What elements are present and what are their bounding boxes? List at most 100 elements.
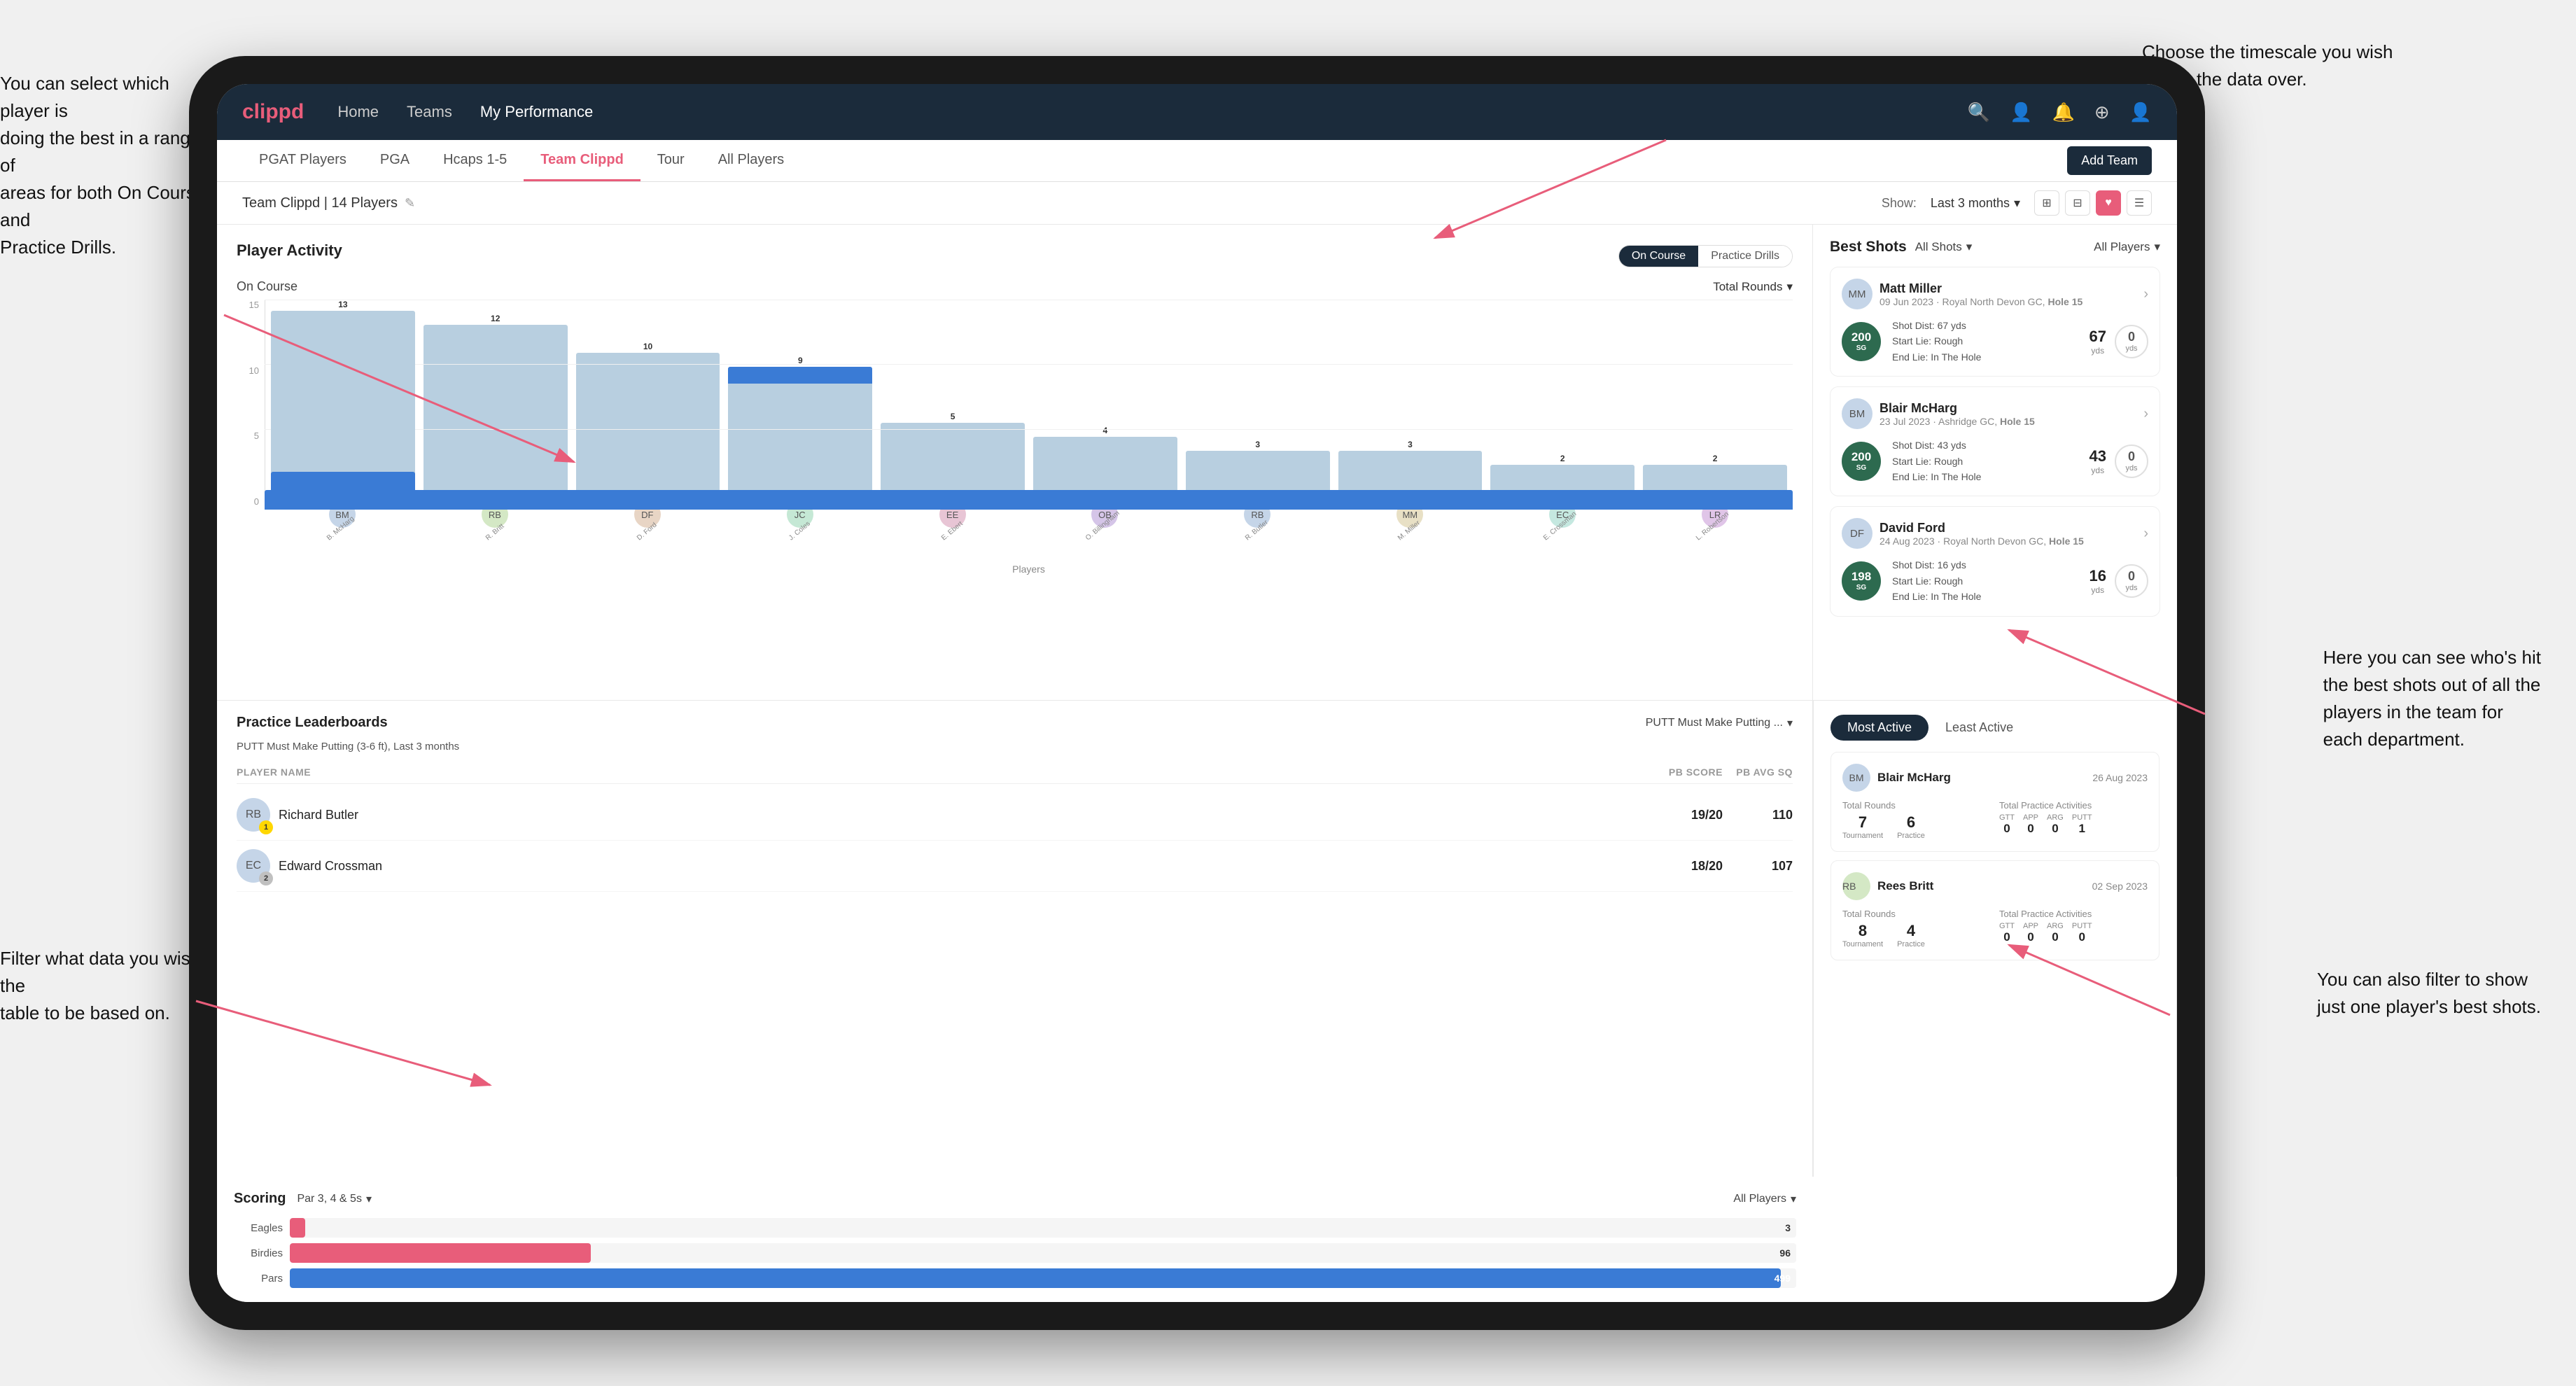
scoring-header: Scoring Par 3, 4 & 5s ▾ All Players ▾ bbox=[234, 1191, 1796, 1207]
view-heart-button[interactable]: ♥ bbox=[2096, 190, 2121, 216]
sub-nav-hcaps[interactable]: Hcaps 1-5 bbox=[426, 140, 524, 181]
shot-2-location: 23 Jul 2023 · Ashridge GC, Hole 15 bbox=[1879, 416, 2035, 427]
nav-link-home[interactable]: Home bbox=[337, 103, 379, 121]
nav-link-myperformance[interactable]: My Performance bbox=[480, 103, 593, 121]
practice-player-2-info: EC 2 Edward Crossman bbox=[237, 849, 1653, 883]
scoring-pars-value: 499 bbox=[1774, 1273, 1791, 1284]
scoring-player-filter[interactable]: All Players ▾ bbox=[1733, 1192, 1796, 1206]
all-shots-filter[interactable]: All Shots ▾ bbox=[1915, 240, 1973, 254]
toggle-practice-drills[interactable]: Practice Drills bbox=[1698, 246, 1792, 267]
tab-least-active[interactable]: Least Active bbox=[1928, 715, 2030, 741]
shot-1-stat-1: 67 yds bbox=[2090, 328, 2106, 356]
activity-header: Player Activity On Course Practice Drill… bbox=[237, 241, 1793, 271]
sub-nav-pgat[interactable]: PGAT Players bbox=[242, 140, 363, 181]
shot-1-chevron[interactable]: › bbox=[2143, 286, 2148, 302]
nav-logo: clippd bbox=[242, 100, 304, 124]
x-axis-title: Players bbox=[265, 564, 1793, 575]
activity-2-practice: Total Practice Activities GTT 0 APP 0 bbox=[1999, 909, 2148, 948]
sub-nav-tour[interactable]: Tour bbox=[640, 140, 701, 181]
activity-player-1-stats: Total Rounds 7 Tournament 6 Practice bbox=[1842, 800, 2148, 840]
scoring-pars-label: Pars bbox=[234, 1273, 283, 1284]
scoring-eagles-value: 3 bbox=[1785, 1222, 1791, 1233]
y-label-0: 0 bbox=[254, 496, 259, 507]
scoring-title: Scoring bbox=[234, 1191, 286, 1207]
on-course-label: On Course bbox=[237, 279, 298, 294]
bar-group-7: 3 bbox=[1186, 440, 1330, 493]
scoring-birdies-bar-container: 96 bbox=[290, 1243, 1796, 1263]
activity-player-2-name: Rees Britt bbox=[1877, 879, 1933, 893]
view-list-button[interactable]: ☰ bbox=[2127, 190, 2152, 216]
shot-1-avatar: MM bbox=[1842, 279, 1872, 309]
total-rounds-select[interactable]: Total Rounds ▾ bbox=[1713, 280, 1793, 294]
shot-card-3[interactable]: DF David Ford 24 Aug 2023 · Royal North … bbox=[1830, 506, 2160, 616]
show-select[interactable]: Last 3 months ▾ bbox=[1931, 196, 2020, 211]
add-team-button[interactable]: Add Team bbox=[2067, 146, 2152, 175]
shot-2-avatar: BM bbox=[1842, 398, 1872, 429]
col-pb-avg: PB AVG SQ bbox=[1723, 766, 1793, 778]
view-grid2-button[interactable]: ⊞ bbox=[2034, 190, 2059, 216]
practice-filter[interactable]: PUTT Must Make Putting ... ▾ bbox=[1646, 716, 1793, 730]
show-label: Show: bbox=[1882, 196, 1917, 211]
annotation-best-shots: Here you can see who's hitthe best shots… bbox=[2323, 644, 2541, 753]
best-shots-panel: Best Shots All Shots ▾ All Players ▾ MM bbox=[1813, 225, 2177, 701]
most-active-tabs: Most Active Least Active bbox=[1830, 715, 2160, 741]
view-grid3-button[interactable]: ⊟ bbox=[2065, 190, 2090, 216]
profile-icon[interactable]: 👤 bbox=[2129, 102, 2152, 123]
nav-link-teams[interactable]: Teams bbox=[407, 103, 452, 121]
shot-card-3-header: DF David Ford 24 Aug 2023 · Royal North … bbox=[1842, 518, 2148, 549]
bar-group-9: 2 bbox=[1490, 454, 1634, 493]
bar-group-4: 9 bbox=[728, 356, 872, 493]
shot-2-name: Blair McHarg bbox=[1879, 401, 2035, 416]
activity-player-2-stats: Total Rounds 8 Tournament 4 Practice bbox=[1842, 909, 2148, 948]
shot-card-2[interactable]: BM Blair McHarg 23 Jul 2023 · Ashridge G… bbox=[1830, 386, 2160, 496]
shot-card-2-header: BM Blair McHarg 23 Jul 2023 · Ashridge G… bbox=[1842, 398, 2148, 429]
app-1: APP 0 bbox=[2023, 813, 2038, 836]
practice-subtitle: PUTT Must Make Putting (3-6 ft), Last 3 … bbox=[237, 741, 1793, 752]
tab-most-active[interactable]: Most Active bbox=[1830, 715, 1928, 741]
shot-1-stat-2: 0 yds bbox=[2115, 325, 2148, 358]
shot-2-chevron[interactable]: › bbox=[2143, 406, 2148, 422]
tablet-frame: clippd Home Teams My Performance 🔍 👤 🔔 ⊕… bbox=[189, 56, 2205, 1330]
scoring-eagles-label: Eagles bbox=[234, 1222, 283, 1234]
shot-1-name: Matt Miller bbox=[1879, 281, 2082, 296]
edit-icon[interactable]: ✎ bbox=[405, 196, 415, 211]
nav-right: 🔍 👤 🔔 ⊕ 👤 bbox=[1968, 102, 2152, 123]
toggle-on-course[interactable]: On Course bbox=[1619, 246, 1698, 267]
sub-nav-team-clippd[interactable]: Team Clippd bbox=[524, 140, 640, 181]
shot-2-stats: 43 yds 0 yds bbox=[2090, 444, 2148, 478]
practice-activities-1: GTT 0 APP 0 ARG 0 bbox=[1999, 813, 2148, 836]
bar-group-5: 5 bbox=[881, 412, 1025, 493]
add-circle-icon[interactable]: ⊕ bbox=[2094, 102, 2110, 123]
best-shots-title: Best Shots bbox=[1830, 239, 1907, 255]
activity-avatar-2: RB bbox=[1842, 872, 1870, 900]
shot-1-info: Matt Miller 09 Jun 2023 · Royal North De… bbox=[1879, 281, 2082, 307]
sub-nav-right: Add Team bbox=[2067, 146, 2152, 175]
scoring-par-filter[interactable]: Par 3, 4 & 5s ▾ bbox=[297, 1192, 372, 1206]
shot-2-stat-2: 0 yds bbox=[2115, 444, 2148, 478]
on-course-header: On Course Total Rounds ▾ bbox=[237, 279, 1793, 294]
team-header-right: Show: Last 3 months ▾ ⊞ ⊟ ♥ ☰ bbox=[1882, 190, 2152, 216]
shot-3-avatar: DF bbox=[1842, 518, 1872, 549]
bell-icon[interactable]: 🔔 bbox=[2052, 102, 2074, 123]
users-icon[interactable]: 👤 bbox=[2010, 102, 2032, 123]
shot-3-chevron[interactable]: › bbox=[2143, 526, 2148, 542]
shot-3-text: Shot Dist: 16 ydsStart Lie: RoughEnd Lie… bbox=[1892, 557, 2078, 604]
activity-player-card-2: RB Rees Britt 02 Sep 2023 Total Rounds 8 bbox=[1830, 860, 2160, 960]
scoring-row-eagles: Eagles 3 bbox=[234, 1218, 1796, 1238]
total-rounds-label-1: Total Rounds bbox=[1842, 800, 1991, 811]
practice-leaderboards-panel: Practice Leaderboards PUTT Must Make Put… bbox=[217, 701, 1813, 1177]
activity-player-1-date: 26 Aug 2023 bbox=[2092, 772, 2148, 783]
search-icon[interactable]: 🔍 bbox=[1968, 102, 1990, 123]
annotation-player-select: You can select which player isdoing the … bbox=[0, 70, 217, 261]
shot-3-info: David Ford 24 Aug 2023 · Royal North Dev… bbox=[1879, 521, 2084, 547]
sub-nav-pga[interactable]: PGA bbox=[363, 140, 426, 181]
scoring-panel: Scoring Par 3, 4 & 5s ▾ All Players ▾ bbox=[217, 1177, 1813, 1302]
all-players-filter[interactable]: All Players ▾ bbox=[2094, 240, 2160, 254]
tournament-val-1: 7 Tournament bbox=[1842, 813, 1883, 840]
col-player-name: PLAYER NAME bbox=[237, 766, 1653, 778]
bar-group-8: 3 bbox=[1338, 440, 1483, 493]
sub-nav-all-players[interactable]: All Players bbox=[701, 140, 801, 181]
practice-player-row-2: EC 2 Edward Crossman 18/20 107 bbox=[237, 841, 1793, 892]
annotation-filter-player: You can also filter to showjust one play… bbox=[2317, 966, 2541, 1021]
shot-card-1[interactable]: MM Matt Miller 09 Jun 2023 · Royal North… bbox=[1830, 267, 2160, 377]
